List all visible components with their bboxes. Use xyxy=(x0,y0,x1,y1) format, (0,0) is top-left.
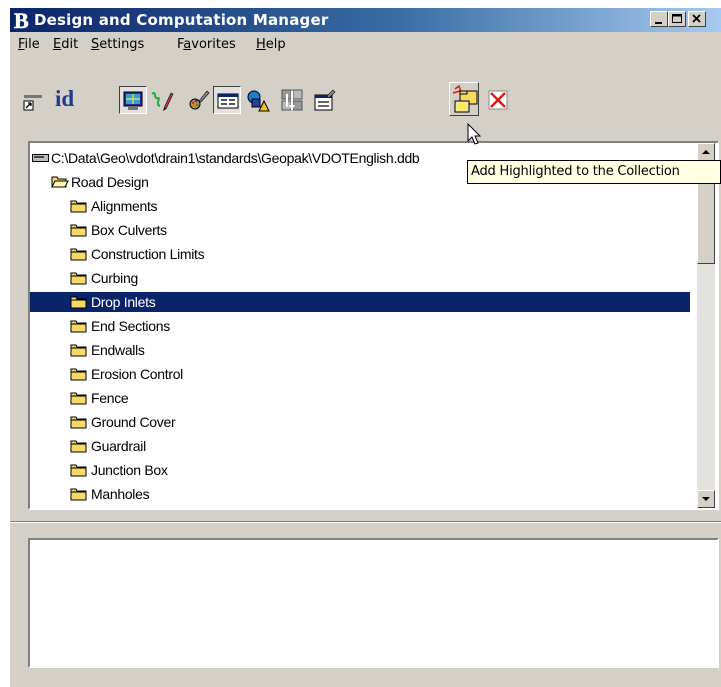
add-highlighted-icon xyxy=(452,85,478,113)
tree-item[interactable]: Fence xyxy=(30,388,690,408)
maximize-button[interactable] xyxy=(668,11,686,27)
tree-item[interactable]: Alignments xyxy=(30,196,690,216)
scroll-up-button[interactable] xyxy=(697,143,715,161)
menu-settings[interactable]: Settings xyxy=(91,37,144,52)
folder-icon xyxy=(70,344,87,357)
tree-item[interactable]: Erosion Control xyxy=(30,364,690,384)
folder-icon xyxy=(70,464,87,477)
draw-mode-icon xyxy=(151,92,174,111)
identify-label: id xyxy=(55,86,75,111)
collection-panel[interactable] xyxy=(28,538,719,668)
identify-button[interactable]: id xyxy=(53,86,81,114)
tree-item-label: Manholes xyxy=(91,486,150,502)
display-mode-icon xyxy=(123,91,143,110)
scroll-down-icon xyxy=(702,497,710,501)
scroll-up-icon xyxy=(702,150,710,154)
menu-bar: File Edit Settings Favorites Help xyxy=(10,32,721,54)
minimize-button[interactable] xyxy=(650,11,668,27)
place-influence-icon xyxy=(23,95,42,111)
folder-icon xyxy=(70,488,87,501)
tree-item[interactable]: Junction Box xyxy=(30,460,690,480)
tree-item-label: Guardrail xyxy=(91,438,146,454)
dcm-window: B Design and Computation Manager File Ed… xyxy=(10,8,721,687)
tree-category-label: Road Design xyxy=(71,174,149,190)
properties-button[interactable] xyxy=(310,86,338,114)
tree-item[interactable]: Endwalls xyxy=(30,340,690,360)
toolbar: id xyxy=(10,76,721,120)
dialog-mode-icon xyxy=(217,93,239,109)
folder-icon xyxy=(70,272,87,285)
draw-mode-button[interactable] xyxy=(147,86,175,114)
tree-root-label: C:\Data\Geo\vdot\drain1\standards\Geopak… xyxy=(51,150,420,166)
standards-tree[interactable]: C:\Data\Geo\vdot\drain1\standards\Geopak… xyxy=(28,141,719,510)
scroll-down-button[interactable] xyxy=(697,490,715,508)
tree-item-label: Erosion Control xyxy=(91,366,183,382)
tree-item-label: Ground Cover xyxy=(91,414,176,430)
tree-item-label: Junction Box xyxy=(91,462,168,478)
tree-item[interactable]: Manholes xyxy=(30,484,690,504)
minimize-icon xyxy=(655,22,662,24)
folder-icon xyxy=(70,416,87,429)
menu-edit[interactable]: Edit xyxy=(53,37,78,52)
tree-item[interactable]: Construction Limits xyxy=(30,244,690,264)
folder-icon xyxy=(70,296,87,309)
design-mode-icon xyxy=(189,90,210,110)
menu-help[interactable]: Help xyxy=(256,37,286,52)
navigator-icon xyxy=(281,89,303,111)
svg-text:B: B xyxy=(14,9,29,31)
delete-icon xyxy=(488,90,508,110)
folder-icon xyxy=(70,320,87,333)
menu-file[interactable]: File xyxy=(18,37,40,52)
navigator-button[interactable] xyxy=(278,86,306,114)
tooltip: Add Highlighted to the Collection xyxy=(467,160,721,184)
folder-icon xyxy=(70,200,87,213)
close-icon xyxy=(692,14,701,23)
delete-button[interactable] xyxy=(484,86,512,114)
tree-item-label: Alignments xyxy=(91,198,158,214)
tree-item[interactable]: Guardrail xyxy=(30,436,690,456)
tree-item[interactable]: End Sections xyxy=(30,316,690,336)
tree-item-label: Box Culverts xyxy=(91,222,167,238)
maximize-icon xyxy=(672,14,682,23)
folder-icon xyxy=(70,248,87,261)
tree-item-label: Construction Limits xyxy=(91,246,205,262)
design-mode-button[interactable] xyxy=(184,86,212,114)
shape-mode-button[interactable] xyxy=(243,86,271,114)
microstation-b-icon: B xyxy=(14,9,30,31)
tree-item-label: Drop Inlets xyxy=(91,294,156,310)
menu-favorites[interactable]: Favorites xyxy=(177,37,236,52)
dialog-mode-button[interactable] xyxy=(213,86,241,114)
folder-icon xyxy=(70,224,87,237)
database-drive-icon xyxy=(32,154,49,162)
window-title: Design and Computation Manager xyxy=(34,11,329,29)
place-influence-button[interactable] xyxy=(20,86,48,114)
tree-item-label: Endwalls xyxy=(91,342,145,358)
pane-splitter[interactable] xyxy=(10,519,721,527)
tree-item[interactable]: Drop Inlets xyxy=(30,292,690,312)
open-folder-icon xyxy=(51,176,69,188)
add-highlighted-button[interactable] xyxy=(449,82,479,116)
tree-item-label: End Sections xyxy=(91,318,170,334)
shape-mode-icon xyxy=(247,90,270,112)
tree-item-label: Fence xyxy=(91,390,129,406)
tree-item[interactable]: Box Culverts xyxy=(30,220,690,240)
close-button[interactable] xyxy=(688,11,706,27)
folder-icon xyxy=(70,392,87,405)
properties-icon xyxy=(314,89,336,111)
tree-item-label: Curbing xyxy=(91,270,138,286)
mouse-cursor-icon xyxy=(467,123,482,145)
tree-item[interactable]: Curbing xyxy=(30,268,690,288)
tree-scrollbar[interactable] xyxy=(697,143,715,508)
folder-icon xyxy=(70,368,87,381)
title-bar[interactable]: B Design and Computation Manager xyxy=(10,8,721,32)
tree-item[interactable]: Ground Cover xyxy=(30,412,690,432)
folder-icon xyxy=(70,440,87,453)
display-mode-button[interactable] xyxy=(119,86,147,114)
